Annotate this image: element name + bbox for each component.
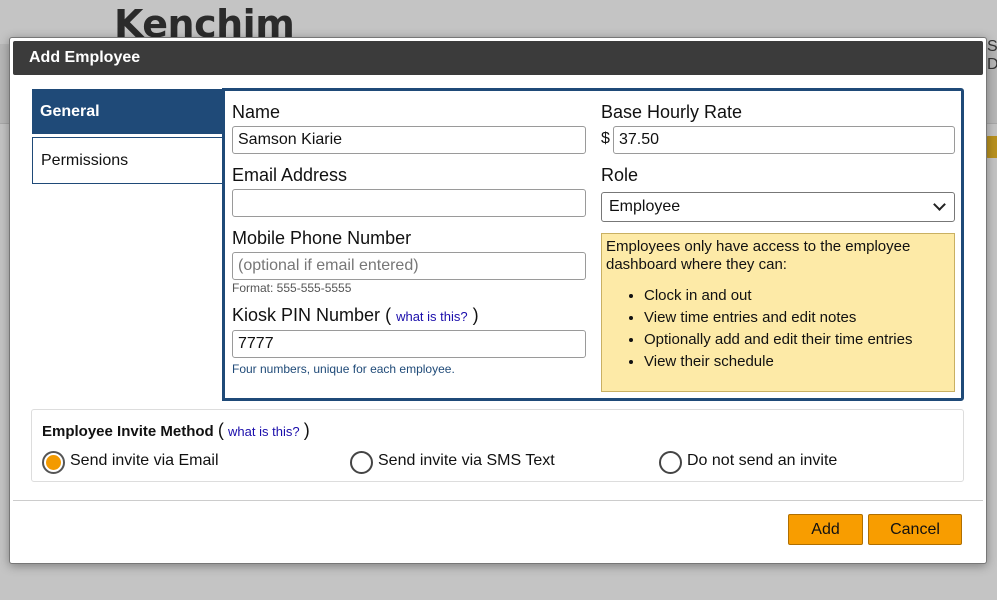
general-form-panel: Name Email Address Mobile Phone Number F…	[222, 88, 964, 401]
kiosk-pin-hint: Four numbers, unique for each employee.	[232, 362, 455, 376]
kiosk-pin-label-text: Kiosk PIN Number	[232, 305, 381, 325]
invite-method-section: Employee Invite Method ( what is this? )…	[31, 409, 964, 482]
email-input[interactable]	[232, 189, 586, 217]
invite-email-option[interactable]: Send invite via Email	[42, 448, 219, 474]
mobile-input[interactable]	[232, 252, 586, 280]
invite-none-label: Do not send an invite	[687, 452, 838, 469]
tab-permissions[interactable]: Permissions	[32, 137, 224, 184]
currency-symbol: $	[601, 130, 610, 147]
base-rate-label: Base Hourly Rate	[601, 102, 743, 122]
email-label: Email Address	[232, 165, 348, 185]
invite-sms-label: Send invite via SMS Text	[378, 452, 555, 469]
invite-none-radio[interactable]	[659, 451, 682, 474]
role-note-item: View time entries and edit notes	[644, 309, 950, 327]
role-select[interactable]: Employee	[601, 192, 955, 222]
role-note-item: View their schedule	[644, 353, 950, 371]
dialog-title: Add Employee	[29, 49, 141, 66]
tab-general[interactable]: General	[32, 89, 224, 134]
role-description-note: Employees only have access to the employ…	[601, 233, 955, 392]
invite-none-option[interactable]: Do not send an invite	[659, 448, 837, 474]
invite-paren-close: )	[303, 420, 310, 440]
role-note-intro: Employees only have access to the employ…	[606, 238, 911, 273]
role-note-list: Clock in and out View time entries and e…	[606, 287, 950, 371]
footer-divider	[13, 500, 983, 501]
background-edge-text: SiD	[987, 38, 997, 73]
mobile-label: Mobile Phone Number	[232, 228, 412, 248]
invite-sms-option[interactable]: Send invite via SMS Text	[350, 448, 555, 474]
dialog-titlebar: Add Employee	[13, 41, 983, 75]
invite-email-radio[interactable]	[42, 451, 65, 474]
name-label: Name	[232, 102, 281, 122]
name-input[interactable]	[232, 126, 586, 154]
chevron-down-icon	[933, 198, 946, 211]
invite-method-title-text: Employee Invite Method	[42, 423, 214, 440]
add-employee-dialog: Add Employee General Permissions Name Em…	[9, 37, 987, 564]
kiosk-pin-label: Kiosk PIN Number ( what is this? )	[232, 305, 479, 326]
add-button[interactable]: Add	[788, 514, 863, 545]
invite-help-link[interactable]: what is this?	[228, 424, 300, 439]
invite-paren-open: (	[217, 420, 224, 440]
role-note-item: Optionally add and edit their time entri…	[644, 331, 950, 349]
base-rate-input[interactable]	[613, 126, 955, 154]
role-label: Role	[601, 165, 639, 185]
kiosk-pin-paren-open: (	[385, 305, 392, 325]
invite-method-title: Employee Invite Method ( what is this? )	[42, 420, 310, 441]
invite-email-label: Send invite via Email	[70, 452, 219, 469]
role-select-value: Employee	[609, 198, 681, 215]
kiosk-pin-paren-close: )	[472, 305, 479, 325]
role-note-item: Clock in and out	[644, 287, 950, 305]
cancel-button[interactable]: Cancel	[868, 514, 962, 545]
kiosk-pin-help-link[interactable]: what is this?	[396, 309, 468, 324]
mobile-format-hint: Format: 555-555-5555	[232, 281, 352, 295]
invite-sms-radio[interactable]	[350, 451, 373, 474]
kiosk-pin-input[interactable]	[232, 330, 586, 358]
